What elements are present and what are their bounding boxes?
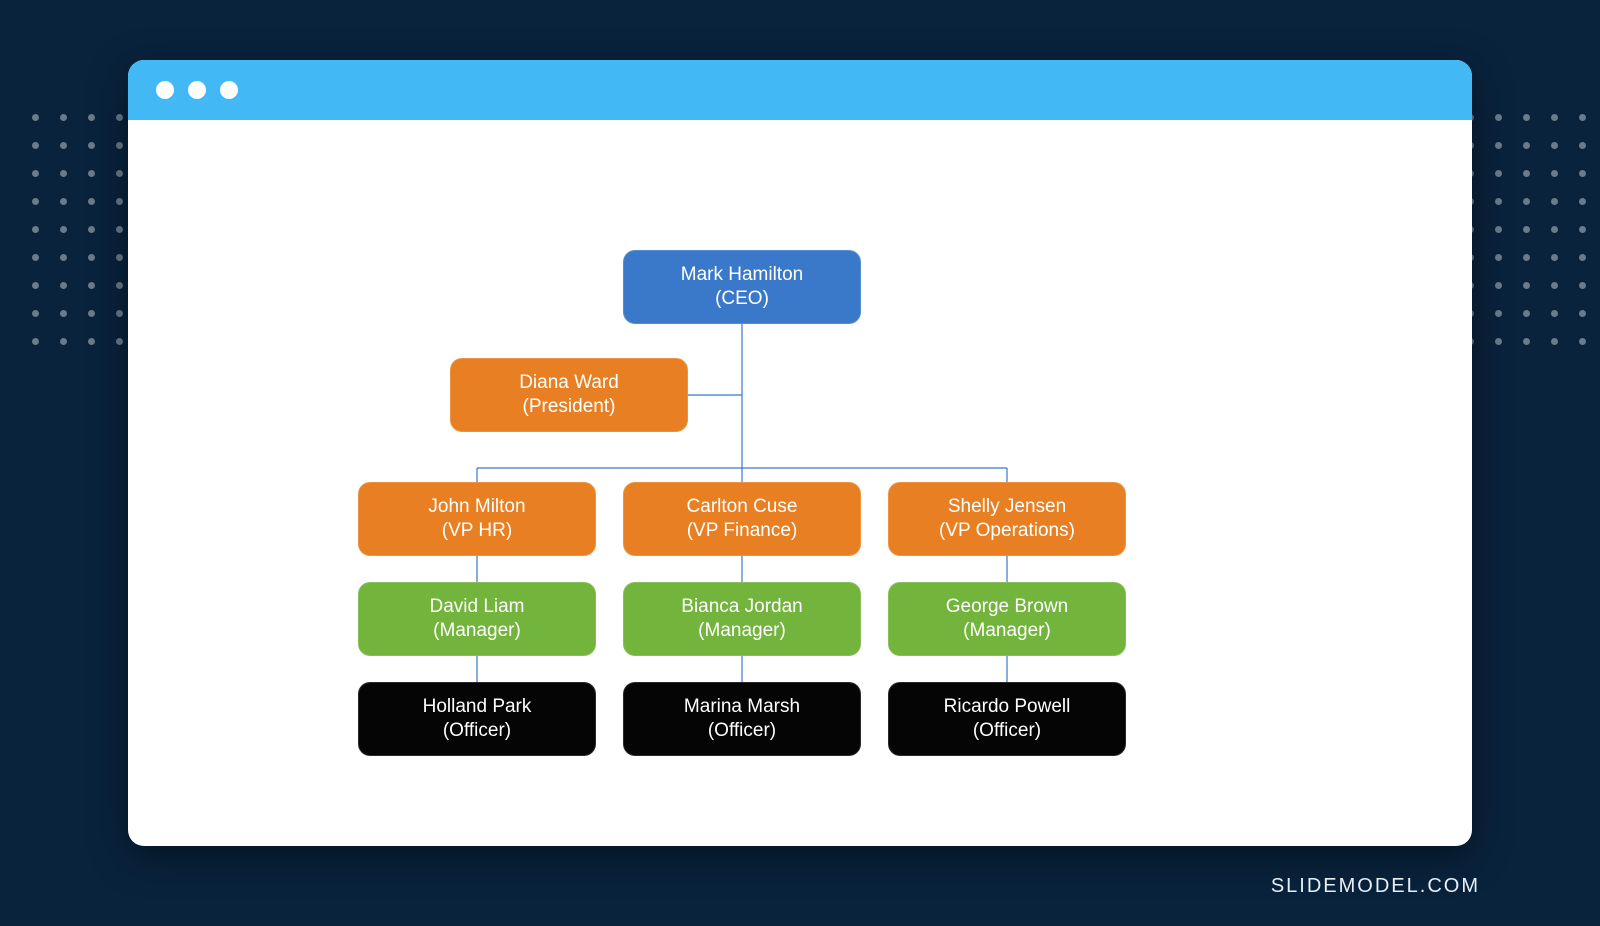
org-node-name: John Milton bbox=[428, 495, 525, 519]
org-node-manager-finance: Bianca Jordan (Manager) bbox=[623, 582, 861, 656]
org-node-name: Holland Park bbox=[423, 695, 532, 719]
window-titlebar bbox=[128, 60, 1472, 120]
org-node-name: Bianca Jordan bbox=[681, 595, 802, 619]
org-node-title: (President) bbox=[523, 395, 616, 419]
org-node-title: (VP Operations) bbox=[939, 519, 1075, 543]
org-node-title: (CEO) bbox=[715, 287, 769, 311]
org-node-name: Mark Hamilton bbox=[681, 263, 803, 287]
org-node-title: (Officer) bbox=[443, 719, 511, 743]
org-node-title: (Manager) bbox=[963, 619, 1051, 643]
window-control-dot bbox=[220, 81, 238, 99]
org-node-officer-operations: Ricardo Powell (Officer) bbox=[888, 682, 1126, 756]
browser-window: Mark Hamilton (CEO) Diana Ward (Presiden… bbox=[128, 60, 1472, 846]
org-node-title: (Officer) bbox=[708, 719, 776, 743]
org-node-vp-finance: Carlton Cuse (VP Finance) bbox=[623, 482, 861, 556]
org-node-name: George Brown bbox=[946, 595, 1069, 619]
org-node-manager-operations: George Brown (Manager) bbox=[888, 582, 1126, 656]
org-node-name: Carlton Cuse bbox=[687, 495, 798, 519]
org-node-title: (VP HR) bbox=[442, 519, 512, 543]
org-node-name: David Liam bbox=[429, 595, 524, 619]
org-node-ceo: Mark Hamilton (CEO) bbox=[623, 250, 861, 324]
org-node-title: (Manager) bbox=[698, 619, 786, 643]
org-node-vp-operations: Shelly Jensen (VP Operations) bbox=[888, 482, 1126, 556]
org-chart-canvas: Mark Hamilton (CEO) Diana Ward (Presiden… bbox=[128, 120, 1472, 846]
org-node-name: Diana Ward bbox=[519, 371, 619, 395]
window-control-dot bbox=[156, 81, 174, 99]
org-node-name: Ricardo Powell bbox=[944, 695, 1071, 719]
org-node-officer-hr: Holland Park (Officer) bbox=[358, 682, 596, 756]
attribution-label: SLIDEMODEL.COM bbox=[1271, 875, 1480, 898]
window-control-dot bbox=[188, 81, 206, 99]
org-node-manager-hr: David Liam (Manager) bbox=[358, 582, 596, 656]
org-node-vp-hr: John Milton (VP HR) bbox=[358, 482, 596, 556]
org-node-name: Shelly Jensen bbox=[948, 495, 1066, 519]
org-node-title: (VP Finance) bbox=[687, 519, 798, 543]
org-node-title: (Manager) bbox=[433, 619, 521, 643]
org-node-officer-finance: Marina Marsh (Officer) bbox=[623, 682, 861, 756]
org-node-president: Diana Ward (President) bbox=[450, 358, 688, 432]
org-node-title: (Officer) bbox=[973, 719, 1041, 743]
org-node-name: Marina Marsh bbox=[684, 695, 800, 719]
